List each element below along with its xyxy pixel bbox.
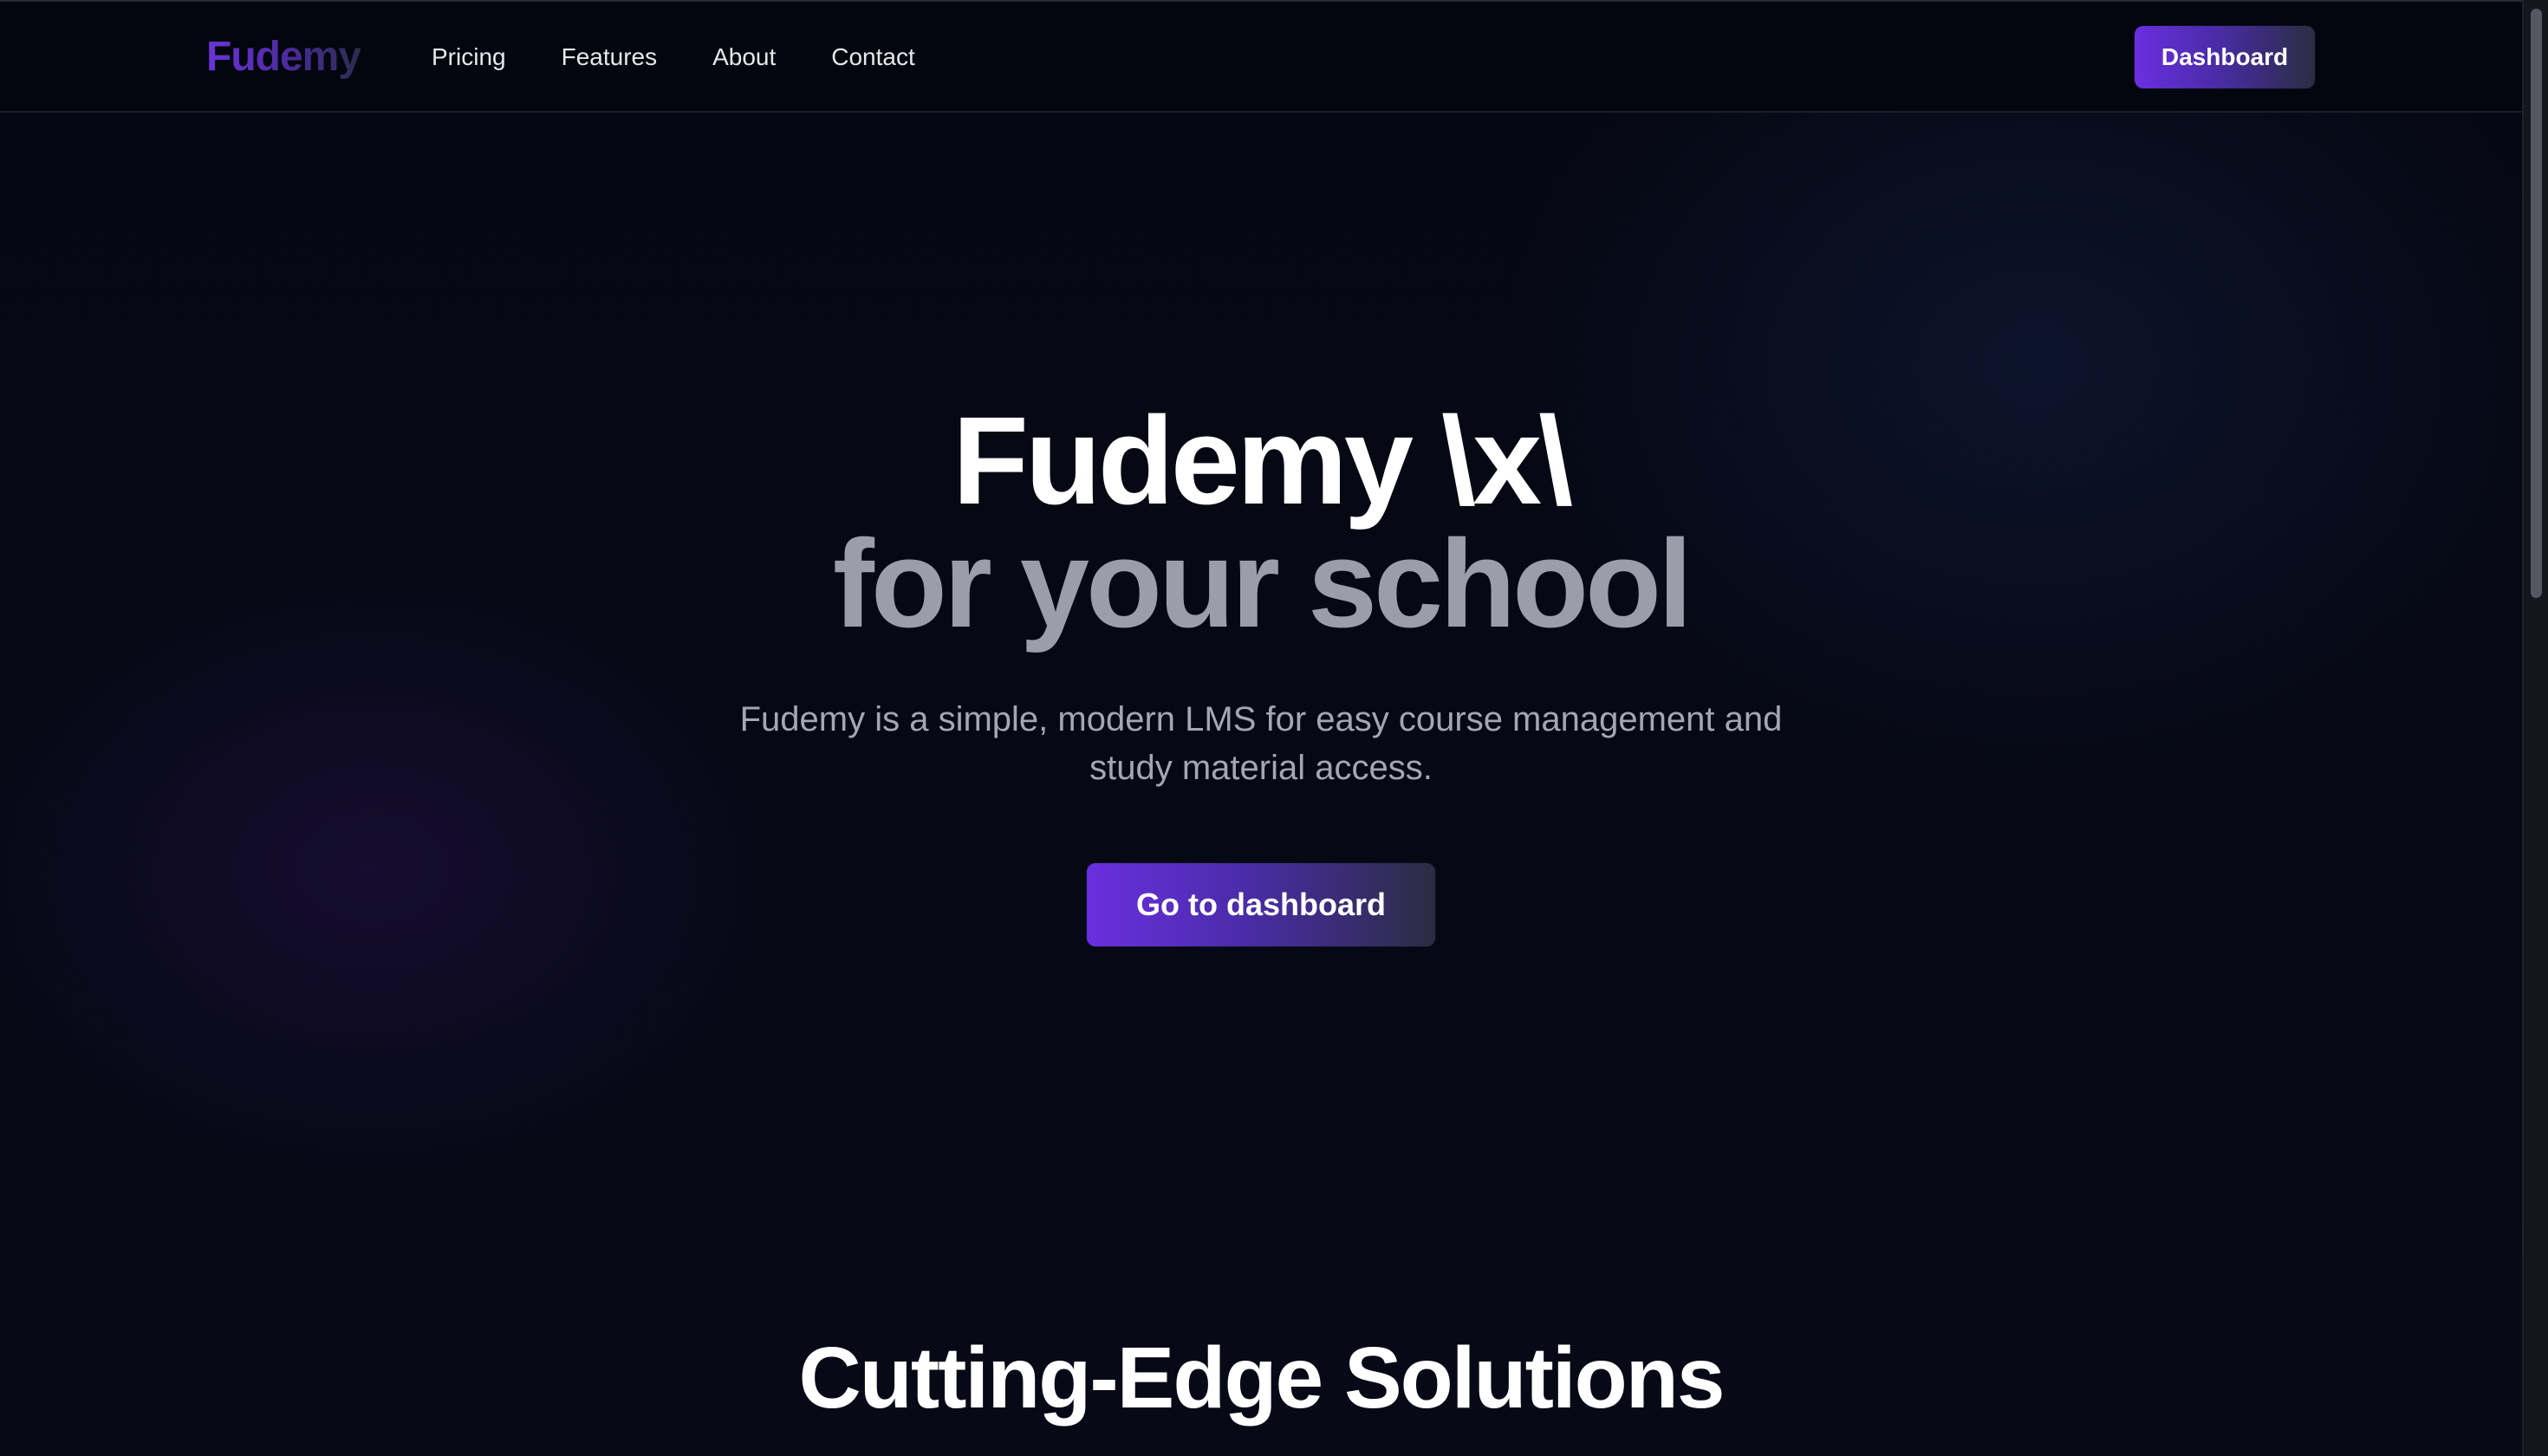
nav-link-about[interactable]: About — [712, 40, 776, 75]
nav-link-features[interactable]: Features — [562, 40, 658, 75]
logo[interactable]: Fudemy — [206, 29, 361, 85]
page-scrollbar[interactable] — [2522, 0, 2548, 1456]
window-top-edge — [0, 0, 2522, 2]
section-title: Cutting-Edge Solutions — [798, 1329, 1726, 1427]
hero-title-line2: for your school — [832, 514, 1693, 653]
page: Fudemy Pricing Features About Contact Da… — [0, 0, 2522, 1456]
hero-title-line1: Fudemy \x\ — [952, 391, 1573, 530]
dashboard-button[interactable]: Dashboard — [2135, 26, 2315, 88]
navbar: Fudemy Pricing Features About Contact Da… — [0, 0, 2522, 113]
go-to-dashboard-button[interactable]: Go to dashboard — [1087, 863, 1435, 946]
hero-subtitle: Fudemy is a simple, modern LMS for easy … — [739, 700, 1783, 787]
scrollbar-thumb[interactable] — [2531, 9, 2542, 598]
nav-link-contact[interactable]: Contact — [831, 40, 915, 75]
nav-links: Pricing Features About Contact — [432, 40, 915, 75]
nav-link-pricing[interactable]: Pricing — [432, 40, 506, 75]
